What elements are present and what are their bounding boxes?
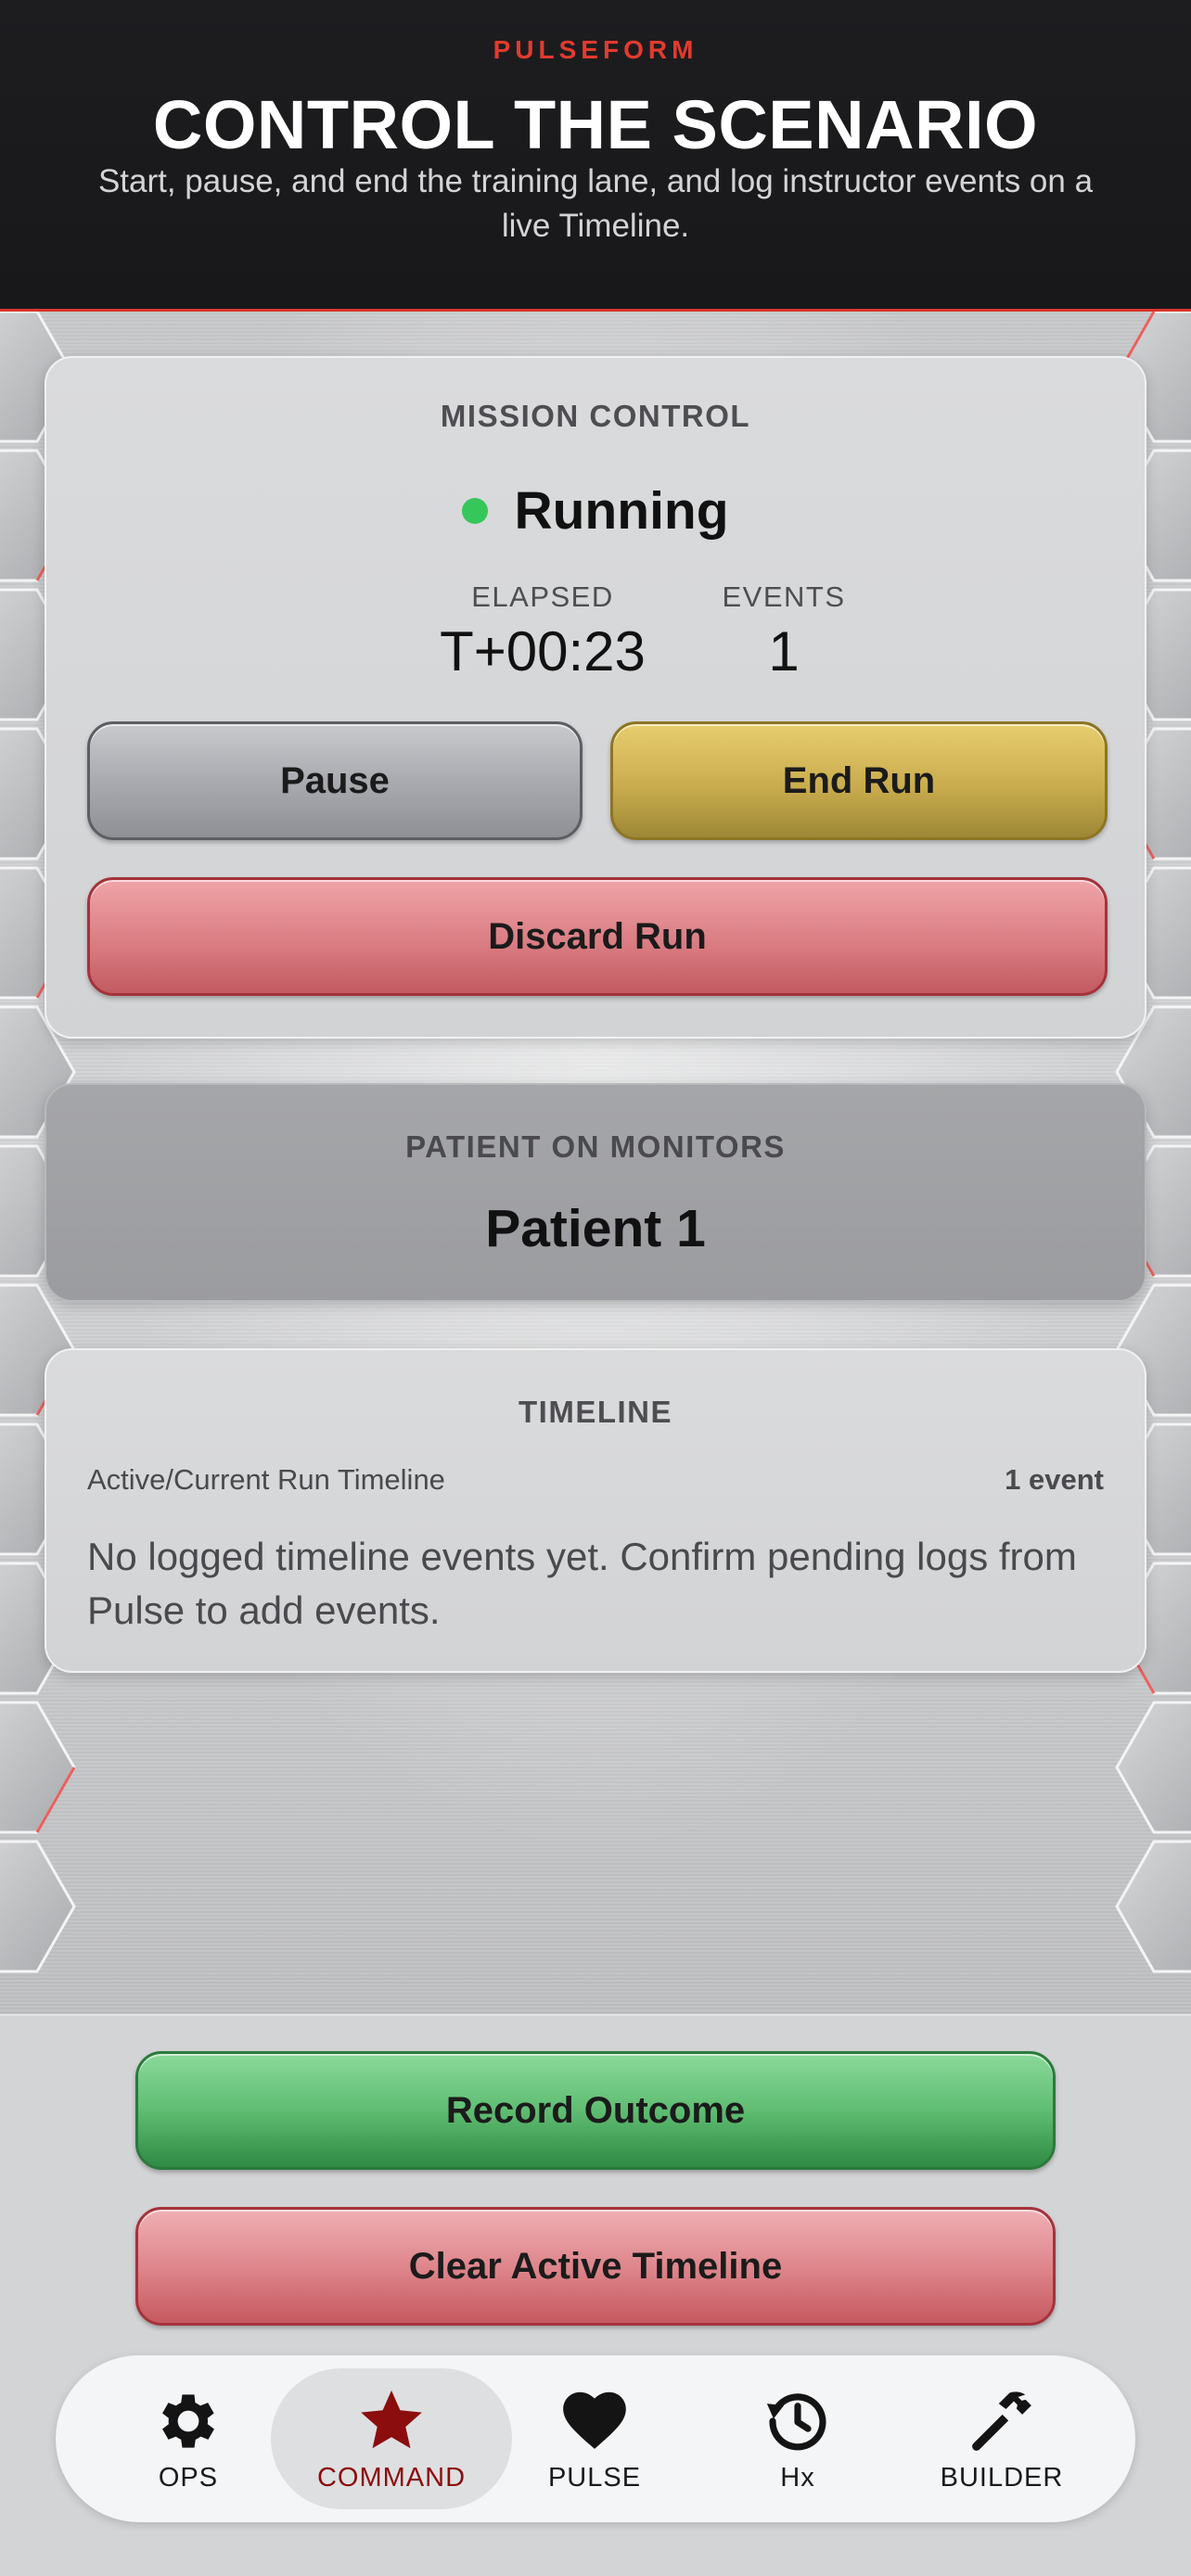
tab-hx-label: Hx — [780, 2462, 815, 2493]
mission-control-card: MISSION CONTROL Running ELAPSED T+00:23 … — [45, 356, 1146, 1039]
record-outcome-button[interactable]: Record Outcome — [135, 2051, 1056, 2170]
patient-name: Patient 1 — [485, 1199, 706, 1258]
timeline-empty-message: No logged timeline events yet. Confirm p… — [87, 1535, 1077, 1632]
mission-control-label: MISSION CONTROL — [440, 399, 751, 433]
elapsed-value: T+00:23 — [440, 620, 646, 682]
tab-command-label: COMMAND — [316, 2462, 467, 2493]
timeline-event-count: 1 event — [1005, 1463, 1104, 1496]
patient-label: PATIENT ON MONITORS — [405, 1129, 786, 1164]
status-dot-icon — [462, 498, 489, 524]
elapsed-stat: ELAPSED T+00:23 — [380, 580, 705, 683]
heart-icon — [563, 2391, 626, 2449]
events-stat: EVENTS 1 — [659, 580, 909, 683]
timeline-header-row: Active/Current Run Timeline 1 event — [87, 1463, 1104, 1497]
tab-ops-label: OPS — [158, 2462, 219, 2493]
timeline-label: TIMELINE — [519, 1395, 672, 1429]
timeline-subtitle: Active/Current Run Timeline — [87, 1463, 445, 1496]
page-header: PULSEFORM CONTROL THE SCENARIO Start, pa… — [0, 0, 1191, 312]
hammer-icon — [972, 2391, 1031, 2451]
star-icon — [361, 2390, 422, 2448]
end-run-button[interactable]: End Run — [610, 721, 1108, 840]
pause-button[interactable]: Pause — [87, 721, 583, 840]
gear-icon — [162, 2393, 214, 2448]
discard-run-button[interactable]: Discard Run — [87, 877, 1108, 996]
run-status: Running — [46, 478, 1145, 543]
status-text: Running — [514, 481, 729, 541]
brand-name: PULSEFORM — [493, 35, 698, 64]
tab-builder-label: BUILDER — [940, 2462, 1064, 2493]
tab-builder[interactable]: BUILDER — [881, 2368, 1122, 2509]
tab-bar: OPS COMMAND PULSE Hx BUILDER — [56, 2355, 1135, 2522]
page-title: CONTROL THE SCENARIO — [152, 86, 1039, 163]
elapsed-label: ELAPSED — [471, 580, 614, 613]
timeline-card: TIMELINE Active/Current Run Timeline 1 e… — [45, 1348, 1146, 1673]
events-label: EVENTS — [722, 580, 846, 613]
history-icon — [766, 2392, 826, 2450]
bottom-panel: Record Outcome Clear Active Timeline OPS… — [0, 2014, 1191, 2576]
page-subtitle: Start, pause, and end the training lane,… — [97, 163, 1094, 244]
events-value: 1 — [768, 620, 800, 682]
patient-card[interactable]: PATIENT ON MONITORS Patient 1 — [45, 1083, 1146, 1302]
tab-pulse-label: PULSE — [547, 2462, 642, 2493]
clear-timeline-button[interactable]: Clear Active Timeline — [135, 2207, 1056, 2326]
